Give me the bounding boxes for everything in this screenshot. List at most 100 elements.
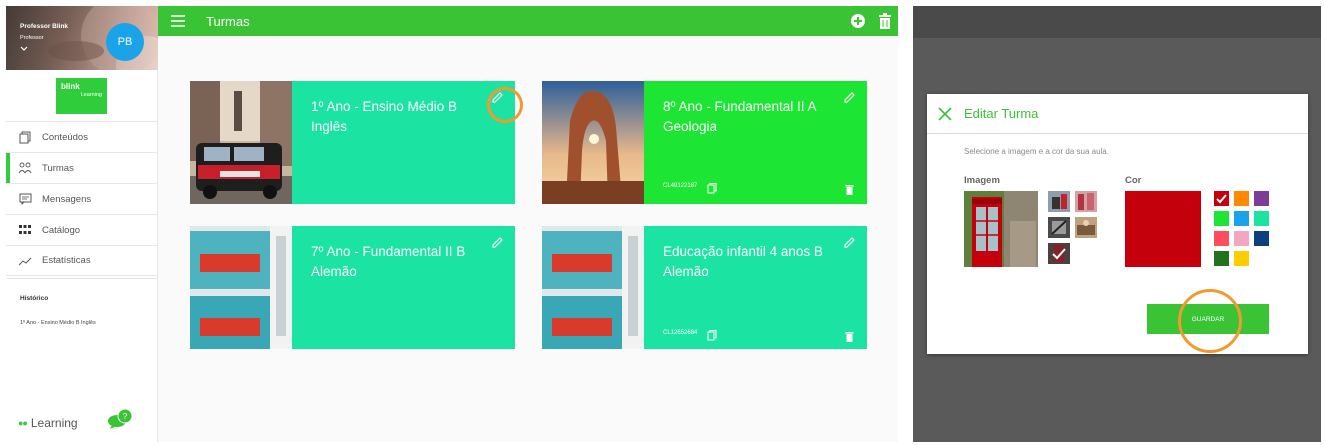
top-bar: Turmas bbox=[158, 6, 898, 36]
class-card[interactable]: 8º Ano - Fundamental II A Geologia CL491… bbox=[542, 81, 867, 204]
color-swatch[interactable] bbox=[1214, 231, 1229, 246]
class-card[interactable]: Educação infantil 4 anos B Alemão CL1265… bbox=[542, 226, 867, 349]
sidebar-item-label: Catálogo bbox=[42, 224, 81, 236]
chart-line-icon bbox=[18, 254, 32, 268]
arch-rock-image bbox=[542, 81, 644, 204]
class-card-title: 8º Ano - Fundamental II A Geologia bbox=[663, 97, 853, 137]
class-card[interactable]: 1º Ano - Ensino Médio B Inglês bbox=[190, 81, 515, 204]
color-swatch[interactable] bbox=[1254, 231, 1269, 246]
phone-booth-image bbox=[964, 191, 1038, 267]
sidebar-item-label: Conteúdos bbox=[42, 131, 88, 143]
class-card-name: Educação infantil 4 anos B bbox=[663, 244, 823, 259]
color-swatch[interactable] bbox=[1234, 191, 1249, 206]
edit-class-modal: Editar Turma Selecione a imagem e a cor … bbox=[927, 94, 1308, 354]
color-swatch[interactable] bbox=[1214, 211, 1229, 226]
class-card-subject: Alemão bbox=[311, 264, 357, 279]
history-item[interactable]: 1º Ano - Ensino Médio B Inglês bbox=[20, 320, 158, 326]
footer-logo-text: Learning bbox=[30, 416, 78, 430]
class-card-subject: Geologia bbox=[663, 119, 718, 134]
brand-name: blink bbox=[61, 82, 80, 91]
class-card-name: 7º Ano - Fundamental II B bbox=[311, 244, 466, 259]
screenshot-stage: Professor Blink Professor PB blink Learn… bbox=[0, 0, 1325, 445]
edit-pencil-icon[interactable] bbox=[490, 236, 504, 250]
image-label: Imagem bbox=[964, 175, 1000, 186]
color-swatch[interactable] bbox=[1254, 211, 1269, 226]
modal-subtitle: Selecione a imagem e a cor da sua aula. bbox=[964, 147, 1109, 156]
history-title: Histórico bbox=[20, 295, 49, 302]
sidebar-item-label: Turmas bbox=[42, 162, 74, 174]
copy-icon[interactable] bbox=[707, 181, 717, 194]
class-card-image bbox=[542, 226, 644, 349]
class-code: CL49122187 bbox=[663, 183, 698, 189]
app-window: Professor Blink Professor PB blink Learn… bbox=[6, 6, 898, 442]
color-swatch[interactable] bbox=[1214, 251, 1229, 266]
history-section: Histórico 1º Ano - Ensino Médio B Inglês bbox=[6, 278, 158, 326]
image-option-selected[interactable] bbox=[1048, 243, 1070, 264]
profile-header[interactable]: Professor Blink Professor PB bbox=[6, 6, 158, 70]
copy-icon[interactable] bbox=[707, 328, 717, 341]
image-option[interactable] bbox=[1048, 191, 1070, 212]
berlin-postcards-image bbox=[190, 226, 292, 349]
profile-role: Professor bbox=[20, 35, 44, 41]
class-cards-area: 1º Ano - Ensino Médio B Inglês 8º Ano - … bbox=[158, 36, 898, 442]
trash-icon[interactable] bbox=[878, 13, 892, 29]
page-title: Turmas bbox=[206, 14, 250, 29]
brand-sub: Learning bbox=[80, 92, 102, 98]
color-swatch[interactable] bbox=[1234, 211, 1249, 226]
class-card-title: 1º Ano - Ensino Médio B Inglês bbox=[311, 97, 501, 137]
footer-logo: ●● Learning bbox=[18, 416, 78, 430]
sidebar-item-turmas[interactable]: Turmas bbox=[6, 152, 158, 183]
sidebar-item-label: Mensagens bbox=[42, 193, 92, 205]
class-card-name: 8º Ano - Fundamental II A bbox=[663, 99, 817, 114]
grid-icon bbox=[18, 223, 32, 237]
sidebar-item-catalogo[interactable]: Catálogo bbox=[6, 214, 158, 245]
color-preview bbox=[1125, 191, 1201, 267]
berlin-postcards-image bbox=[542, 226, 644, 349]
chevron-down-icon[interactable] bbox=[20, 45, 28, 54]
profile-name: Professor Blink bbox=[20, 23, 69, 30]
class-card-image bbox=[190, 226, 292, 349]
color-swatch[interactable] bbox=[1234, 251, 1249, 266]
highlight-circle bbox=[487, 87, 523, 123]
class-card-subject: Alemão bbox=[663, 264, 709, 279]
logo-dots-icon: ●● bbox=[18, 418, 28, 428]
class-card-title: 7º Ano - Fundamental II B Alemão bbox=[311, 242, 501, 282]
backdrop-header bbox=[913, 6, 1321, 38]
class-card-image bbox=[542, 81, 644, 204]
sidebar-item-mensagens[interactable]: Mensagens bbox=[6, 183, 158, 214]
class-card[interactable]: 7º Ano - Fundamental II B Alemão bbox=[190, 226, 515, 349]
class-card-name: 1º Ano - Ensino Médio B bbox=[311, 99, 458, 114]
edit-pencil-icon[interactable] bbox=[842, 236, 856, 250]
image-option[interactable] bbox=[1075, 191, 1097, 212]
trash-icon[interactable] bbox=[845, 329, 854, 342]
people-icon bbox=[18, 161, 32, 175]
class-code: CL12652684 bbox=[663, 330, 698, 336]
hamburger-menu-icon[interactable] bbox=[171, 14, 185, 28]
highlight-circle bbox=[1178, 289, 1242, 353]
color-label: Cor bbox=[1125, 175, 1142, 186]
copy-icon bbox=[18, 130, 32, 144]
sidebar-item-label: Estatísticas bbox=[42, 255, 91, 266]
class-card-image bbox=[190, 81, 292, 204]
sidebar-item-estatisticas[interactable]: Estatísticas bbox=[6, 245, 158, 276]
image-option[interactable] bbox=[1075, 217, 1097, 238]
sidebar-item-conteudos[interactable]: Conteúdos bbox=[6, 121, 158, 152]
close-icon[interactable] bbox=[937, 106, 953, 122]
sidebar: Professor Blink Professor PB blink Learn… bbox=[6, 6, 158, 442]
color-swatch[interactable] bbox=[1234, 231, 1249, 246]
color-swatch-selected[interactable] bbox=[1214, 191, 1229, 206]
class-card-subject: Inglês bbox=[311, 119, 348, 134]
edit-pencil-icon[interactable] bbox=[842, 91, 856, 105]
avatar[interactable]: PB bbox=[106, 23, 144, 61]
image-option[interactable] bbox=[1048, 217, 1070, 238]
help-chat-icon[interactable]: ? bbox=[106, 408, 134, 430]
modal-title: Editar Turma bbox=[964, 106, 1039, 121]
london-street-image bbox=[190, 81, 292, 204]
image-preview bbox=[964, 191, 1038, 267]
add-circle-icon[interactable] bbox=[850, 13, 866, 29]
trash-icon[interactable] bbox=[845, 182, 854, 195]
message-icon bbox=[18, 192, 32, 206]
chat-badge: ? bbox=[123, 412, 128, 421]
class-card-title: Educação infantil 4 anos B Alemão bbox=[663, 242, 853, 282]
color-swatch[interactable] bbox=[1254, 191, 1269, 206]
